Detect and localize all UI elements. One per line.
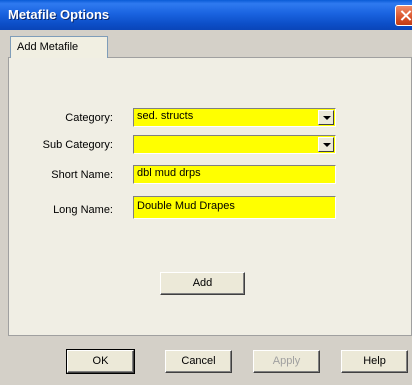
help-button[interactable]: Help [341, 350, 408, 373]
sub-category-dropdown[interactable] [133, 135, 336, 154]
category-dropdown[interactable]: sed. structs [133, 108, 336, 127]
tab-add-metafile[interactable]: Add Metafile [10, 36, 108, 58]
chevron-down-icon[interactable] [318, 110, 334, 125]
cancel-button[interactable]: Cancel [165, 350, 232, 373]
short-name-label: Short Name: [51, 169, 113, 181]
long-name-field[interactable]: Double Mud Drapes [133, 196, 336, 219]
close-icon[interactable] [395, 5, 412, 26]
sub-category-label: Sub Category: [42, 139, 113, 151]
short-name-field[interactable]: dbl mud drps [133, 165, 336, 184]
ok-button[interactable]: OK [66, 349, 135, 374]
title-bar[interactable]: Metafile Options [0, 0, 412, 30]
chevron-down-icon[interactable] [318, 137, 334, 152]
long-name-label: Long Name: [53, 204, 113, 216]
short-name-value: dbl mud drps [137, 167, 201, 179]
apply-button[interactable]: Apply [253, 350, 320, 373]
long-name-value: Double Mud Drapes [137, 200, 235, 212]
tab-label: Add Metafile [17, 41, 79, 53]
category-label: Category: [65, 112, 113, 124]
window-title: Metafile Options [8, 7, 110, 22]
category-value: sed. structs [137, 110, 194, 122]
add-button[interactable]: Add [160, 272, 245, 295]
